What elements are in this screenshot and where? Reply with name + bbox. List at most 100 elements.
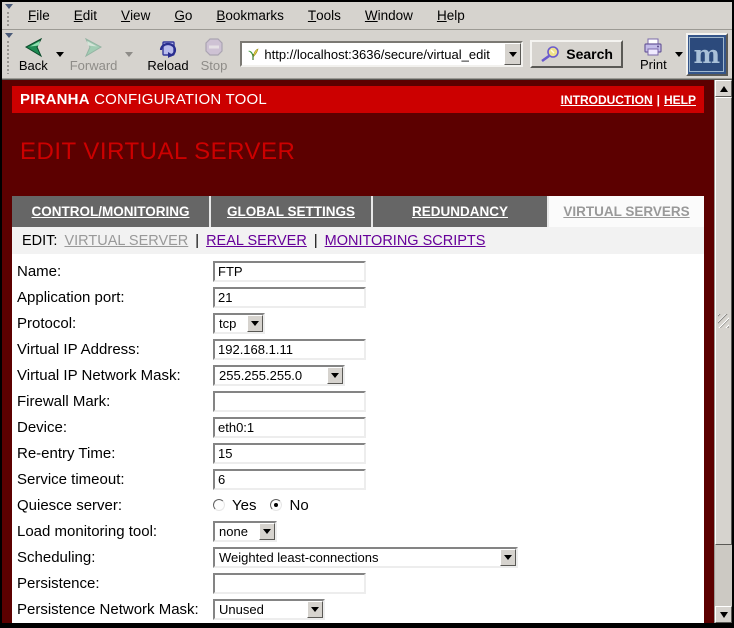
vertical-scrollbar[interactable]: [714, 80, 732, 623]
print-button[interactable]: Print: [637, 35, 670, 73]
browser-window: FileEditViewGoBookmarksToolsWindowHelp B…: [0, 0, 734, 628]
subnav-monitoring-scripts[interactable]: MONITORING SCRIPTS: [325, 233, 486, 249]
tab-control-monitoring[interactable]: CONTROL/MONITORING: [12, 196, 211, 227]
stop-button[interactable]: Stop: [198, 35, 231, 74]
field-input-persistence[interactable]: [213, 573, 366, 594]
grippy-dots: [6, 40, 11, 74]
forward-button[interactable]: Forward: [67, 35, 121, 74]
menu-help[interactable]: Help: [425, 2, 477, 29]
url-bar[interactable]: http://localhost:3636/secure/virtual_edi…: [240, 41, 523, 67]
field-label-re-entry-time: Re-entry Time:: [12, 445, 213, 462]
menubar-grippy[interactable]: [4, 3, 14, 28]
tab-virtual-servers[interactable]: VIRTUAL SERVERS: [549, 196, 704, 227]
radio-label-yes: Yes: [232, 497, 256, 514]
select-dropdown-button[interactable]: [500, 549, 516, 566]
chevron-down-icon: [331, 373, 339, 378]
back-dropdown-icon[interactable]: [56, 52, 64, 57]
tab-global-settings[interactable]: GLOBAL SETTINGS: [211, 196, 373, 227]
field-input-firewall-mark[interactable]: [213, 391, 366, 412]
grippy-collapse-icon: [5, 33, 13, 38]
back-label: Back: [19, 59, 48, 72]
tab-redundancy[interactable]: REDUNDANCY: [373, 196, 549, 227]
field-label-firewall-mark: Firewall Mark:: [12, 393, 213, 410]
field-input-re-entry-time[interactable]: 15: [213, 443, 366, 464]
field-input-virtual-ip-address[interactable]: 192.168.1.11: [213, 339, 366, 360]
subnav-separator: |: [195, 233, 199, 249]
print-dropdown-icon[interactable]: [675, 52, 683, 57]
reload-button[interactable]: Reload: [144, 35, 191, 74]
chevron-down-icon: [311, 607, 319, 612]
form-row-protocol: Protocol:tcp: [12, 310, 704, 336]
menu-view[interactable]: View: [109, 2, 162, 29]
scrollbar-track[interactable]: [715, 97, 732, 606]
chevron-down-icon: [509, 52, 517, 57]
bookmark-leaf-icon[interactable]: [245, 46, 261, 62]
field-label-scheduling: Scheduling:: [12, 549, 213, 566]
field-select-protocol[interactable]: tcp: [213, 313, 265, 334]
radio-yes[interactable]: [213, 499, 225, 511]
field-label-name: Name:: [12, 263, 213, 280]
field-label-quiesce-server: Quiesce server:: [12, 497, 213, 514]
mozilla-m-icon: m: [689, 37, 724, 72]
scrollbar-thumb[interactable]: [715, 97, 732, 545]
menu-bar: FileEditViewGoBookmarksToolsWindowHelp: [2, 2, 732, 30]
menu-tools[interactable]: Tools: [296, 2, 353, 29]
subnav-virtual-server: VIRTUAL SERVER: [64, 233, 188, 249]
back-button[interactable]: Back: [16, 35, 51, 74]
subnav-real-server[interactable]: REAL SERVER: [206, 233, 307, 249]
select-dropdown-button[interactable]: [247, 315, 263, 332]
field-label-persistence-network-mask: Persistence Network Mask:: [12, 601, 213, 618]
subnav-separator: |: [314, 233, 318, 249]
field-label-device: Device:: [12, 419, 213, 436]
select-dropdown-button[interactable]: [327, 367, 343, 384]
radio-no[interactable]: [270, 499, 282, 511]
selected-value: Unused: [215, 601, 307, 618]
menu-edit[interactable]: Edit: [62, 2, 109, 29]
url-history-dropdown[interactable]: [504, 43, 521, 65]
form-row-load-monitoring-tool: Load monitoring tool:none: [12, 518, 704, 544]
scroll-up-button[interactable]: [715, 80, 732, 97]
select-dropdown-button[interactable]: [307, 601, 323, 618]
print-icon: [641, 37, 665, 57]
menu-file[interactable]: File: [16, 2, 62, 29]
field-label-protocol: Protocol:: [12, 315, 213, 332]
menu-window[interactable]: Window: [353, 2, 425, 29]
field-select-persistence-network-mask[interactable]: Unused: [213, 599, 325, 620]
field-select-load-monitoring-tool[interactable]: none: [213, 521, 277, 542]
form-row-virtual-ip-network-mask: Virtual IP Network Mask:255.255.255.0: [12, 362, 704, 388]
reload-label: Reload: [147, 59, 188, 72]
radio-group-quiesce-server: YesNo: [213, 497, 317, 514]
url-input[interactable]: http://localhost:3636/secure/virtual_edi…: [261, 47, 504, 62]
field-select-scheduling[interactable]: Weighted least-connections: [213, 547, 518, 568]
page-title: EDIT VIRTUAL SERVER: [12, 138, 704, 166]
arrow-up-icon: [720, 86, 728, 92]
tab-bar: CONTROL/MONITORINGGLOBAL SETTINGSREDUNDA…: [12, 196, 704, 227]
select-dropdown-button[interactable]: [259, 523, 275, 540]
form-row-persistence: Persistence:: [12, 570, 704, 596]
scroll-down-button[interactable]: [715, 606, 732, 623]
search-icon: [540, 45, 562, 63]
introduction-link[interactable]: INTRODUCTION: [561, 93, 653, 107]
field-label-service-timeout: Service timeout:: [12, 471, 213, 488]
help-link[interactable]: HELP: [664, 93, 696, 107]
form-row-quiesce-server: Quiesce server:YesNo: [12, 492, 704, 518]
stop-icon: [204, 37, 224, 58]
forward-dropdown-icon[interactable]: [125, 52, 133, 57]
field-input-application-port[interactable]: 21: [213, 287, 366, 308]
field-label-load-monitoring-tool: Load monitoring tool:: [12, 523, 213, 540]
mozilla-logo-button[interactable]: m: [686, 33, 728, 76]
brand-rest: CONFIGURATION TOOL: [90, 91, 267, 108]
toolbar-grippy[interactable]: [4, 32, 14, 76]
search-button[interactable]: Search: [530, 40, 623, 68]
field-select-virtual-ip-network-mask[interactable]: 255.255.255.0: [213, 365, 345, 386]
form-row-scheduling: Scheduling:Weighted least-connections: [12, 544, 704, 570]
field-input-name[interactable]: FTP: [213, 261, 366, 282]
menu-go[interactable]: Go: [162, 2, 204, 29]
field-input-device[interactable]: eth0:1: [213, 417, 366, 438]
form-row-virtual-ip-address: Virtual IP Address:192.168.1.11: [12, 336, 704, 362]
forward-icon: [82, 37, 106, 58]
navigation-toolbar: Back Forward: [2, 30, 732, 79]
menu-bookmarks[interactable]: Bookmarks: [204, 2, 296, 29]
chevron-down-icon: [251, 321, 259, 326]
field-input-service-timeout[interactable]: 6: [213, 469, 366, 490]
